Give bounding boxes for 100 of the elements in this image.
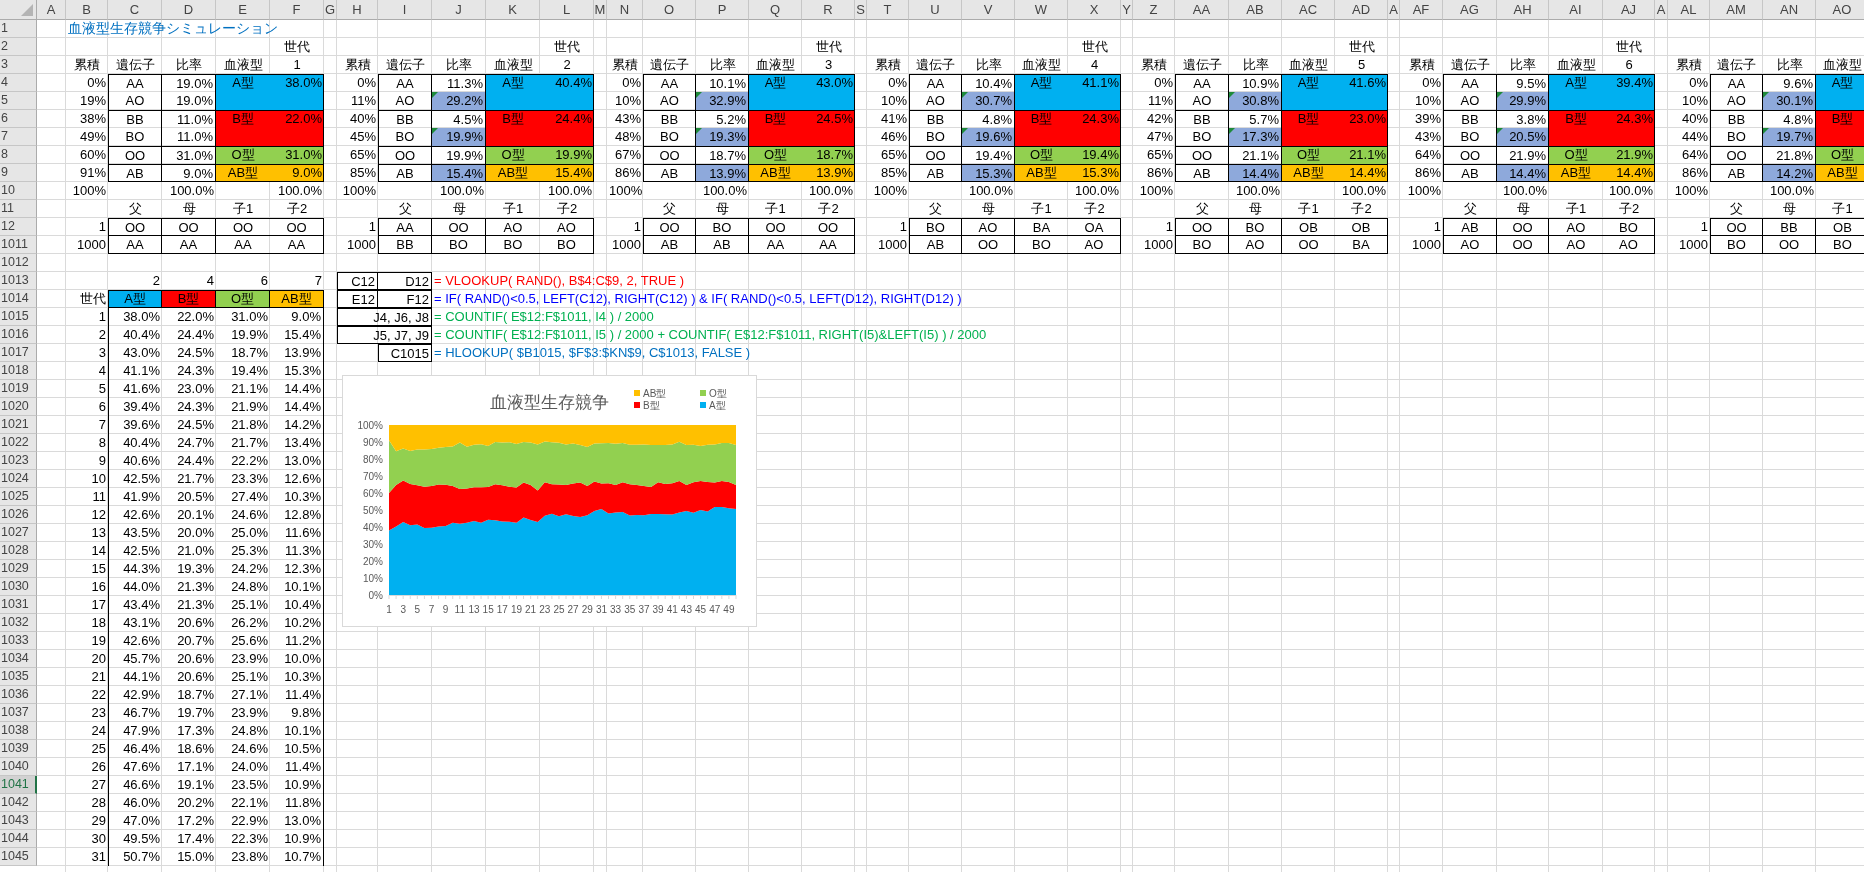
column-header[interactable]: H	[337, 0, 378, 20]
row-header[interactable]: 1014	[0, 290, 37, 308]
row-header[interactable]: 4	[0, 74, 37, 92]
column-header[interactable]: AO	[1816, 0, 1864, 20]
column-header[interactable]: AI	[1549, 0, 1603, 20]
row-header[interactable]: 1033	[0, 632, 37, 650]
column-header[interactable]: J	[432, 0, 486, 20]
row-header[interactable]: 1030	[0, 578, 37, 596]
column-header[interactable]: AL	[1668, 0, 1710, 20]
column-header[interactable]: F	[270, 0, 324, 20]
row-header[interactable]: 1025	[0, 488, 37, 506]
row-header[interactable]: 11	[0, 200, 37, 218]
axis-tick-label: 13	[468, 604, 480, 615]
row-header[interactable]: 1021	[0, 416, 37, 434]
row-header[interactable]: 10	[0, 182, 37, 200]
column-header[interactable]: AB	[1229, 0, 1282, 20]
row-header[interactable]: 1028	[0, 542, 37, 560]
row-header[interactable]: 9	[0, 164, 37, 182]
row-header[interactable]: 1031	[0, 596, 37, 614]
row-header[interactable]: 1035	[0, 668, 37, 686]
column-header[interactable]: AJ	[1603, 0, 1655, 20]
column-header[interactable]: D	[162, 0, 216, 20]
axis-tick-label: 30%	[363, 539, 383, 550]
row-header[interactable]: 1029	[0, 560, 37, 578]
row-header[interactable]: 1036	[0, 686, 37, 704]
generation-label: 世代	[1347, 38, 1376, 56]
blood-type-label: A型	[1830, 74, 1855, 92]
column-header[interactable]: V	[962, 0, 1015, 20]
row-header[interactable]: 1020	[0, 398, 37, 416]
row-header[interactable]: 1	[0, 20, 37, 38]
column-header[interactable]: S	[855, 0, 867, 20]
column-header[interactable]: Y	[1121, 0, 1133, 20]
column-header[interactable]: AN	[1763, 0, 1816, 20]
row-index: 11	[91, 488, 107, 506]
column-header[interactable]: L	[540, 0, 594, 20]
column-header[interactable]: N	[607, 0, 643, 20]
row-header[interactable]: 12	[0, 218, 37, 236]
row-header[interactable]: 1022	[0, 434, 37, 452]
row-header[interactable]: 3	[0, 56, 37, 74]
column-header[interactable]: AG	[1443, 0, 1497, 20]
row-header[interactable]: 1038	[0, 722, 37, 740]
row-header[interactable]: 5	[0, 92, 37, 110]
row-header[interactable]: 1019	[0, 380, 37, 398]
row-header[interactable]: 1026	[0, 506, 37, 524]
row-header[interactable]: 1040	[0, 758, 37, 776]
column-header[interactable]: P	[696, 0, 749, 20]
row-header[interactable]: 7	[0, 128, 37, 146]
row-header[interactable]: 1043	[0, 812, 37, 830]
table-cell-text: 0%	[356, 74, 377, 92]
row-header[interactable]: 1012	[0, 254, 37, 272]
table-cell-text: 100.0%	[276, 182, 323, 200]
row-header[interactable]: 2	[0, 38, 37, 56]
column-header[interactable]: A	[37, 0, 66, 20]
row-header[interactable]: 1024	[0, 470, 37, 488]
row-header[interactable]: 1041	[0, 776, 37, 794]
column-header[interactable]: Z	[1133, 0, 1175, 20]
column-header[interactable]: O	[643, 0, 696, 20]
row-header[interactable]: 1034	[0, 650, 37, 668]
row-header[interactable]: 1017	[0, 344, 37, 362]
row-header[interactable]: 1018	[0, 362, 37, 380]
select-all-button[interactable]	[0, 0, 37, 20]
row-header[interactable]: 1039	[0, 740, 37, 758]
column-header[interactable]: C	[108, 0, 162, 20]
column-header[interactable]: B	[66, 0, 108, 20]
row-header[interactable]: 1023	[0, 452, 37, 470]
column-header[interactable]: X	[1068, 0, 1121, 20]
column-header[interactable]: W	[1015, 0, 1068, 20]
column-header[interactable]: AC	[1282, 0, 1335, 20]
column-header[interactable]: M	[594, 0, 607, 20]
row-header[interactable]: 1013	[0, 272, 37, 290]
column-header[interactable]: Q	[749, 0, 802, 20]
column-header[interactable]: K	[486, 0, 540, 20]
row-header[interactable]: 1011	[0, 236, 37, 254]
row-header[interactable]: 1044	[0, 830, 37, 848]
row-header[interactable]: 1037	[0, 704, 37, 722]
column-header[interactable]: E	[216, 0, 270, 20]
row-index: 20	[90, 650, 107, 668]
row-header[interactable]: 1016	[0, 326, 37, 344]
genotype-cell: OO	[643, 146, 696, 164]
column-header[interactable]: U	[909, 0, 962, 20]
column-header[interactable]: T	[867, 0, 909, 20]
genotype-cell: BA	[1335, 236, 1388, 254]
column-header[interactable]: AA	[1175, 0, 1229, 20]
column-header[interactable]: A	[1388, 0, 1400, 20]
row-header[interactable]: 1027	[0, 524, 37, 542]
row-header[interactable]: 1045	[0, 848, 37, 866]
column-header[interactable]: AF	[1400, 0, 1443, 20]
column-header[interactable]: AM	[1710, 0, 1763, 20]
column-header[interactable]: AD	[1335, 0, 1388, 20]
column-header[interactable]: A	[1655, 0, 1668, 20]
row-header[interactable]: 1032	[0, 614, 37, 632]
column-header[interactable]: R	[802, 0, 855, 20]
row-header[interactable]: 6	[0, 110, 37, 128]
row-header[interactable]: 1042	[0, 794, 37, 812]
table-cell-text: 14.4%	[1348, 164, 1387, 182]
column-header[interactable]: I	[378, 0, 432, 20]
column-header[interactable]: G	[324, 0, 337, 20]
row-header[interactable]: 1015	[0, 308, 37, 326]
row-header[interactable]: 8	[0, 146, 37, 164]
column-header[interactable]: AH	[1497, 0, 1549, 20]
